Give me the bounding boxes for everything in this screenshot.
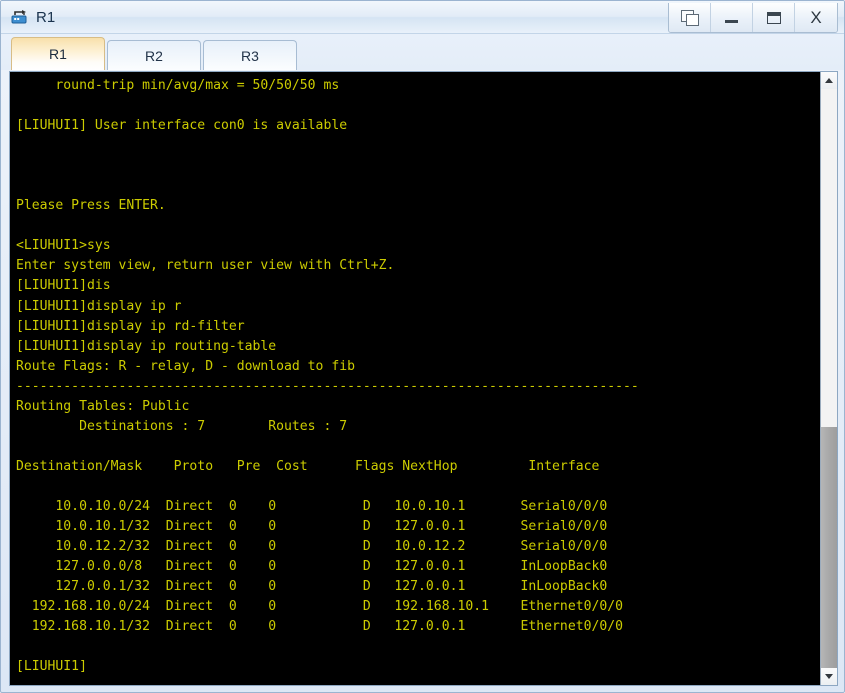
minimize-button[interactable]	[711, 3, 753, 32]
tab-r1[interactable]: R1	[11, 37, 105, 70]
tab-strip: R1 R2 R3	[1, 34, 844, 70]
terminal-scrollbar[interactable]	[820, 72, 837, 685]
maximize-icon	[766, 11, 781, 24]
close-button[interactable]: X	[795, 3, 837, 32]
tab-r3[interactable]: R3	[203, 40, 297, 70]
maximize-button[interactable]	[753, 3, 795, 32]
scrollbar-up-button[interactable]	[821, 72, 837, 89]
scrollbar-thumb[interactable]	[821, 427, 837, 668]
terminal-text: round-trip min/avg/max = 50/50/50 ms [LI…	[16, 78, 639, 675]
terminal-output-area[interactable]: round-trip min/avg/max = 50/50/50 ms [LI…	[10, 72, 821, 685]
tab-r2-label: R2	[145, 47, 163, 64]
chevron-up-icon	[825, 78, 833, 83]
terminal-container: round-trip min/avg/max = 50/50/50 ms [LI…	[9, 71, 838, 686]
close-icon: X	[810, 8, 822, 27]
windows-stack-icon	[681, 10, 699, 26]
router-icon	[10, 7, 30, 27]
window-controls: X	[668, 3, 838, 33]
restore-windows-button[interactable]	[669, 3, 711, 32]
tab-r2[interactable]: R2	[107, 40, 201, 70]
tab-list: R1 R2 R3	[11, 37, 299, 70]
minimize-icon	[725, 20, 738, 23]
router-cli-window: R1 X R1 R2 R3 round-trip min/avg/max = 5…	[0, 0, 845, 693]
scrollbar-track[interactable]	[821, 89, 837, 668]
scrollbar-down-button[interactable]	[821, 668, 837, 685]
tab-r1-label: R1	[49, 46, 67, 62]
window-title: R1	[36, 8, 56, 26]
chevron-down-icon	[825, 674, 833, 679]
title-bar-left: R1	[10, 5, 55, 29]
tab-r3-label: R3	[241, 47, 259, 64]
title-bar: R1 X	[1, 1, 844, 34]
